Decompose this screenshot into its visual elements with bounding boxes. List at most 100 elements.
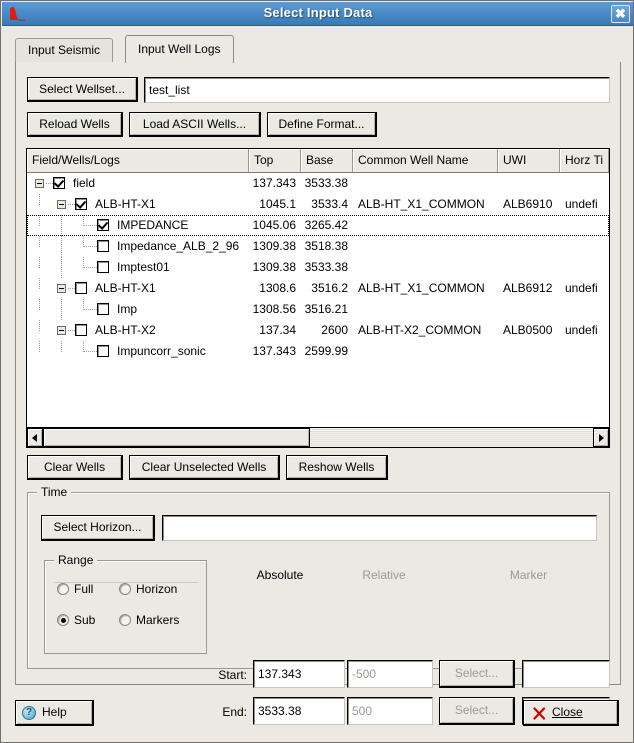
tab-strip: Input Seismic Input Well Logs bbox=[15, 35, 621, 63]
tab-input-well-logs[interactable]: Input Well Logs bbox=[125, 35, 234, 63]
end-row-label: End: bbox=[222, 705, 247, 719]
radio-sub-label[interactable]: Sub bbox=[74, 614, 95, 627]
reshow-wells-button[interactable]: Reshow Wells bbox=[286, 455, 388, 480]
table-row[interactable]: IMPEDANCE 1045.06 3265.42 bbox=[27, 215, 609, 236]
cell-top: 1045.06 bbox=[252, 218, 296, 232]
window-close-button[interactable]: ✖ bbox=[611, 5, 630, 23]
tree-collapse-icon[interactable] bbox=[57, 200, 66, 209]
tree-collapse-icon[interactable] bbox=[35, 179, 44, 188]
close-label: Close bbox=[552, 705, 583, 719]
tree-column-header-5[interactable]: Horz Ti bbox=[560, 149, 609, 172]
tree-connector bbox=[68, 204, 75, 205]
tree-column-header-label: Common Well Name bbox=[358, 153, 469, 167]
table-row[interactable]: Imp 1308.56 3516.21 bbox=[27, 299, 609, 320]
range-group: Range bbox=[44, 553, 207, 654]
tree-column-header-label: Top bbox=[254, 153, 274, 167]
cell-horz bbox=[560, 257, 609, 278]
cell-horz bbox=[560, 299, 609, 320]
tree-guide-line bbox=[61, 215, 62, 236]
cell-horz bbox=[560, 173, 609, 194]
cell-base: 3518.38 bbox=[304, 239, 348, 253]
tree-column-header-label: UWI bbox=[503, 153, 527, 167]
cell-uwi bbox=[498, 215, 560, 236]
cell-uwi: ALB6912 bbox=[503, 281, 553, 295]
scroll-left-button[interactable] bbox=[27, 428, 43, 447]
tree-column-header-label: Base bbox=[306, 153, 334, 167]
cell-uwi bbox=[498, 341, 560, 362]
load-ascii-wells-button[interactable]: Load ASCII Wells... bbox=[129, 112, 261, 137]
reload-wells-button[interactable]: Reload Wells bbox=[27, 112, 123, 137]
close-button[interactable]: Close bbox=[523, 700, 619, 726]
cell-uwi bbox=[498, 299, 560, 320]
input-well-logs-panel: Select Wellset... test_list Reload Wells… bbox=[15, 62, 621, 725]
cell-base: 2599.99 bbox=[304, 344, 348, 358]
radio-markers[interactable] bbox=[119, 614, 131, 626]
radio-full[interactable] bbox=[57, 583, 69, 595]
radio-sub[interactable] bbox=[57, 614, 69, 626]
cell-uwi bbox=[498, 173, 560, 194]
radio-horizon[interactable] bbox=[119, 583, 131, 595]
tab-input-seismic[interactable]: Input Seismic bbox=[15, 38, 114, 62]
radio-markers-label[interactable]: Markers bbox=[136, 614, 179, 627]
row-checkbox[interactable] bbox=[97, 261, 109, 273]
define-format-button[interactable]: Define Format... bbox=[267, 112, 377, 137]
close-icon: ✖ bbox=[615, 6, 626, 21]
absolute-end-input[interactable]: 3533.38 bbox=[253, 697, 345, 725]
row-checkbox[interactable] bbox=[97, 345, 109, 357]
tree-column-header-1[interactable]: Top bbox=[249, 149, 301, 172]
cell-common bbox=[353, 236, 498, 257]
tree-guide-line bbox=[39, 299, 40, 310]
help-button[interactable]: Help bbox=[15, 700, 94, 726]
select-input-data-dialog: Select Input Data ✖ Input Seismic Input … bbox=[0, 0, 634, 743]
tree-column-header-2[interactable]: Base bbox=[301, 149, 353, 172]
relative-start-value: -500 bbox=[352, 667, 377, 681]
table-row[interactable]: Impedance_ALB_2_96 1309.38 3518.38 bbox=[27, 236, 609, 257]
row-checkbox[interactable] bbox=[75, 282, 87, 294]
range-group-title: Range bbox=[54, 553, 98, 567]
row-checkbox[interactable] bbox=[75, 198, 87, 210]
table-row[interactable]: ALB-HT-X2 137.34 2600 ALB-HT-X2_COMMON ALB05… bbox=[27, 320, 609, 341]
select-horizon-button[interactable]: Select Horizon... bbox=[41, 515, 155, 541]
horizon-input[interactable] bbox=[162, 515, 597, 541]
absolute-start-input[interactable]: 137.343 bbox=[253, 660, 345, 688]
row-checkbox[interactable] bbox=[53, 177, 65, 189]
cell-top: 137.343 bbox=[252, 176, 296, 190]
tree-body: field 137.343 3533.38 ALB-HT-X1 1045.1 3533.4… bbox=[27, 173, 609, 426]
tree-connector bbox=[46, 183, 53, 184]
cell-top: 137.34 bbox=[259, 323, 296, 337]
tree-collapse-icon[interactable] bbox=[57, 284, 66, 293]
radio-horizon-label[interactable]: Horizon bbox=[136, 583, 177, 596]
tree-column-header-label: Horz Ti bbox=[565, 153, 604, 167]
row-checkbox[interactable] bbox=[97, 219, 109, 231]
row-checkbox[interactable] bbox=[75, 324, 87, 336]
wellset-input[interactable]: test_list bbox=[144, 77, 610, 103]
marker-start-input[interactable] bbox=[522, 660, 610, 688]
select-wellset-button[interactable]: Select Wellset... bbox=[27, 77, 138, 102]
tree-horizontal-scrollbar[interactable] bbox=[27, 427, 609, 447]
cell-top: 1308.56 bbox=[252, 302, 296, 316]
table-row[interactable]: ALB-HT-X1 1045.1 3533.4 ALB-HT_X1_COMMON ALB… bbox=[27, 194, 609, 215]
tree-column-header-4[interactable]: UWI bbox=[498, 149, 560, 172]
row-checkbox[interactable] bbox=[97, 303, 109, 315]
table-row[interactable]: ALB-HT-X1 1308.6 3516.2 ALB-HT_X1_COMMON ALB… bbox=[27, 278, 609, 299]
row-checkbox[interactable] bbox=[97, 240, 109, 252]
tree-guide-line bbox=[39, 257, 40, 268]
tree-column-header-label: Field/Wells/Logs bbox=[32, 153, 120, 167]
cell-name: Imptest01 bbox=[117, 260, 170, 274]
table-row[interactable]: Impuncorr_sonic 137.343 2599.99 bbox=[27, 341, 609, 362]
tree-collapse-icon[interactable] bbox=[57, 326, 66, 335]
absolute-start-value: 137.343 bbox=[258, 667, 302, 681]
titlebar: Select Input Data ✖ bbox=[2, 2, 633, 26]
clear-unselected-wells-button[interactable]: Clear Unselected Wells bbox=[129, 455, 280, 480]
scrollbar-thumb[interactable] bbox=[43, 428, 310, 447]
table-row[interactable]: field 137.343 3533.38 bbox=[27, 173, 609, 194]
clear-wells-button[interactable]: Clear Wells bbox=[27, 455, 123, 480]
tree-column-header-0[interactable]: Field/Wells/Logs bbox=[27, 149, 249, 172]
tree-column-header-3[interactable]: Common Well Name bbox=[353, 149, 498, 172]
table-row[interactable]: Imptest01 1309.38 3533.38 bbox=[27, 257, 609, 278]
radio-full-label[interactable]: Full bbox=[74, 583, 93, 596]
select-wellset-label: Select Wellset... bbox=[39, 82, 125, 96]
cell-name: ALB-HT-X1 bbox=[95, 281, 156, 295]
scroll-right-button[interactable] bbox=[593, 428, 609, 447]
cell-base: 3265.42 bbox=[304, 218, 348, 232]
